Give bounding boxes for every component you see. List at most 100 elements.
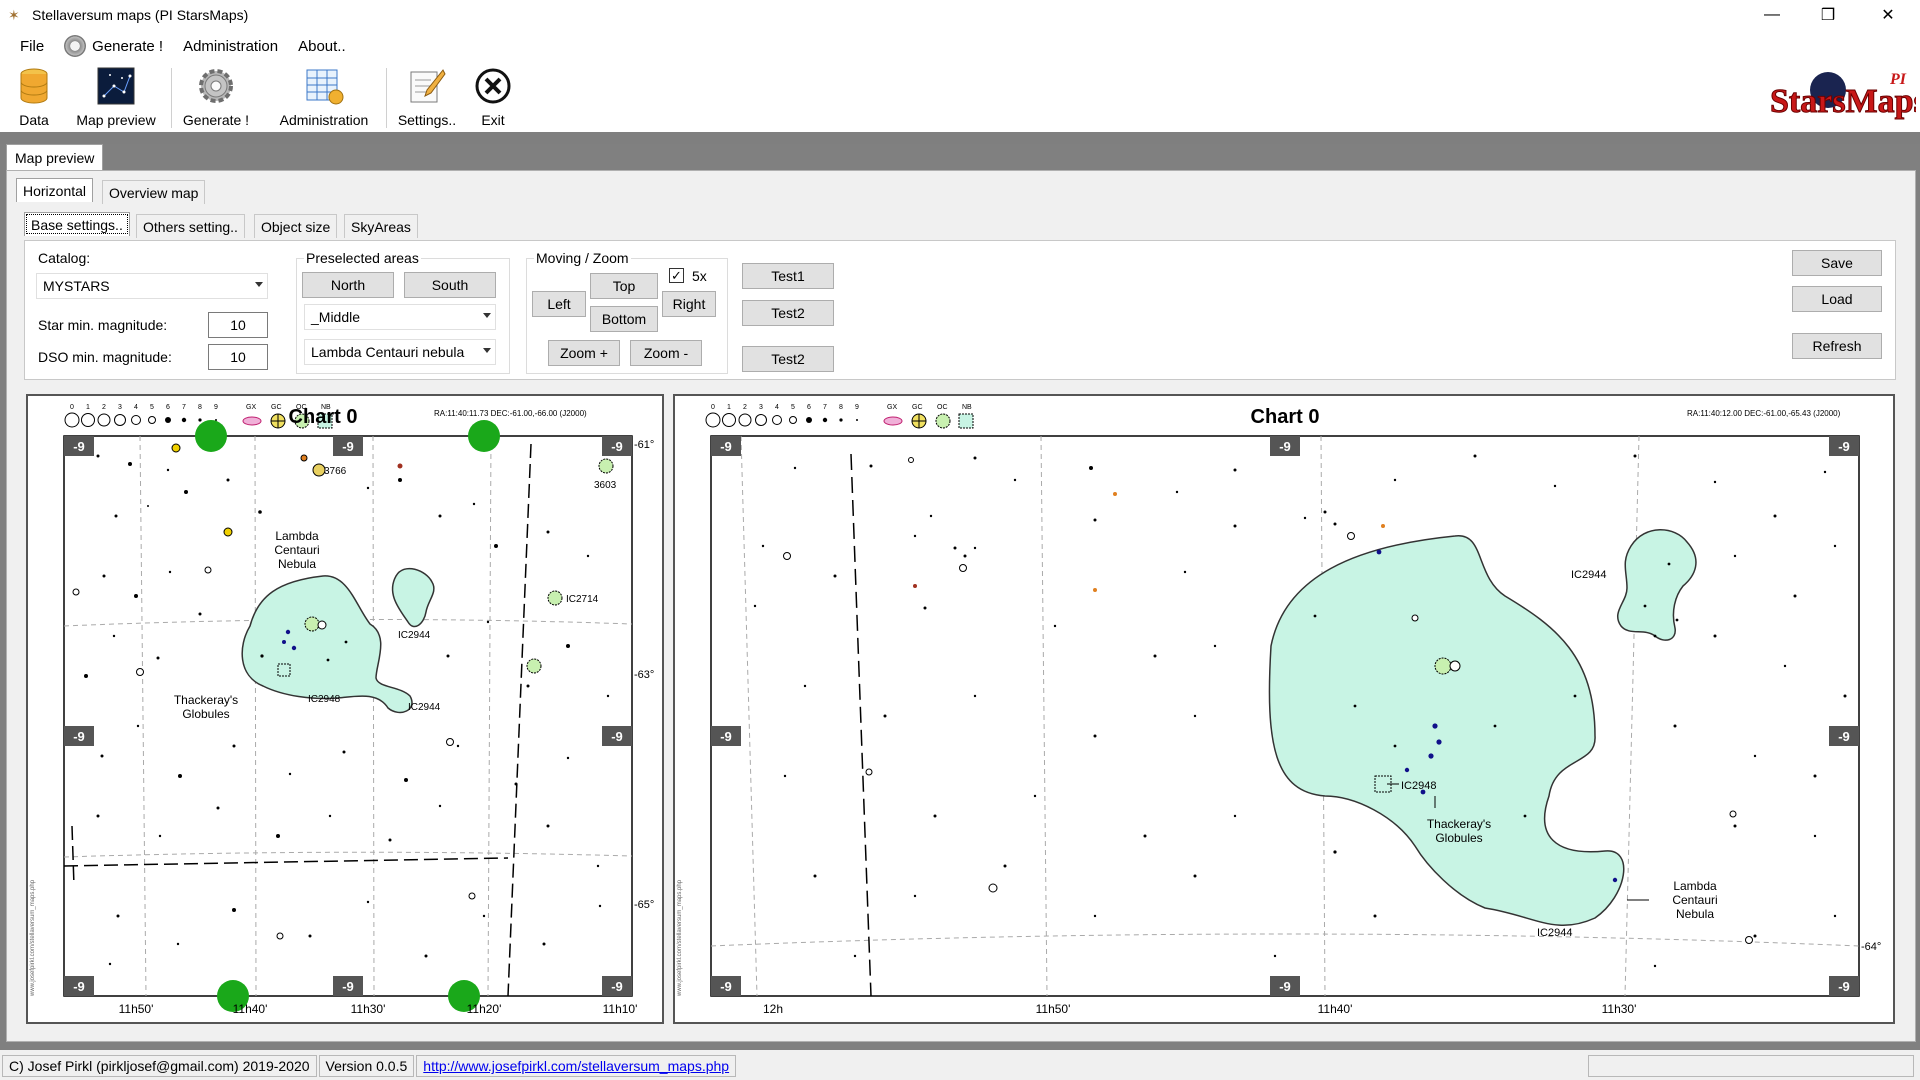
ra-label-4: 11h30' [1602,1002,1637,1016]
legend-mag-2: 2 [102,404,106,411]
globules-label-1: Thackeray's [174,693,238,707]
exit-icon [475,68,511,104]
legend-gc: GC [271,404,282,411]
chart-left-panel[interactable]: 0 1 2 3 4 5 6 7 8 9 GX GC OC NB Chart 0 … [26,394,664,1024]
menu-file[interactable]: File [10,32,54,60]
legend-mag-4: 4 [134,404,138,411]
map-preview-button[interactable]: Map preview [68,64,164,130]
label-ic2948: IC2948 [1401,780,1436,792]
tab-others-setting[interactable]: Others setting.. [136,214,245,238]
save-button[interactable]: Save [1792,250,1882,276]
gear-icon [64,35,87,57]
legend-mag-7: 7 [182,404,186,411]
settings-pencil-icon [410,69,446,103]
data-button[interactable]: Data [8,64,60,130]
menu-about[interactable]: About.. [288,32,356,60]
nebula-label-1: Lambda [275,529,319,543]
exit-button[interactable]: Exit [470,64,516,130]
menu-bar: File Generate ! Administration About.. [0,30,1920,62]
load-button[interactable]: Load [1792,286,1882,312]
generate-label: Generate ! [182,112,250,128]
toolbar-separator [171,68,172,128]
test2-button-second[interactable]: Test2 [742,346,834,372]
tab-object-size[interactable]: Object size [254,214,338,238]
chart-coords: RA:11:40:12.00 DEC:-61.00,-65.43 (J2000) [1687,409,1841,418]
legend-gx: GX [246,404,256,411]
move-left-button[interactable]: Left [532,291,586,317]
zoom-out-button[interactable]: Zoom - [630,340,702,366]
status-bar: C) Josef Pirkl (pirkljosef@gmail.com) 20… [0,1052,1920,1080]
menu-administration[interactable]: Administration [173,32,288,60]
minimize-button[interactable]: — [1744,0,1800,30]
title-bar: ✶ Stellaversum maps (PI StarsMaps) — ❒ ✕ [0,0,1920,30]
legend-mag-0: 0 [711,404,715,411]
area-select[interactable]: _Middle [304,304,496,330]
south-button[interactable]: South [404,272,496,298]
generate-button[interactable]: Generate ! [178,64,254,130]
marker-br: -9 [611,979,623,994]
administration-button[interactable]: Administration [268,64,380,130]
legend-mag-1: 1 [86,404,90,411]
object-value: Lambda Centauri nebula [311,344,465,360]
marker-tc: -9 [1279,439,1291,454]
toolbar: Data Map preview Generate ! Administrati… [0,62,1920,132]
marker-bl: -9 [73,979,85,994]
move-bottom-button[interactable]: Bottom [590,306,658,332]
legend-gc: GC [912,404,923,411]
map-frame [63,435,633,997]
zoom-in-button[interactable]: Zoom + [548,340,620,366]
legend-mag-8: 8 [839,404,843,411]
status-progress [1588,1055,1914,1077]
tab-base-settings[interactable]: Base settings.. [24,212,130,236]
chart-right-panel[interactable]: 0 1 2 3 4 5 6 7 8 9 GX GC OC NB Chart 0 … [673,394,1895,1024]
status-version: Version 0.0.5 [318,1055,415,1077]
object-select[interactable]: Lambda Centauri nebula [304,339,496,365]
open-cluster-marker[interactable] [304,616,320,632]
tab-overview-map[interactable]: Overview map [102,180,206,204]
label-ic2714: IC2714 [566,594,599,605]
menu-generate[interactable]: Generate ! [54,32,173,60]
maximize-button[interactable]: ❒ [1800,0,1856,30]
move-top-button[interactable]: Top [590,273,658,299]
tab-skyareas[interactable]: SkyAreas [344,214,418,238]
marker-tc: -9 [342,439,354,454]
test2-button[interactable]: Test2 [742,300,834,326]
move-right-button[interactable]: Right [662,291,716,317]
refresh-button[interactable]: Refresh [1792,333,1882,359]
status-url-link[interactable]: http://www.josefpirkl.com/stellaversum_m… [416,1055,737,1077]
globules-label-1: Thackeray's [1427,817,1491,831]
legend-mag-9: 9 [214,404,218,411]
chevron-down-icon [255,282,263,287]
five-x-checkbox[interactable]: ✓ [669,268,684,283]
tab-horizontal[interactable]: Horizontal [16,178,94,202]
dec-label-3: -65° [634,899,654,911]
legend-mag-0: 0 [70,404,74,411]
marker-ml: -9 [73,729,85,744]
starsmaps-logo: StarsMaps PI [1770,71,1917,121]
ra-label-3: 11h30' [351,1002,386,1016]
test1-button[interactable]: Test1 [742,263,834,289]
catalog-select[interactable]: MYSTARS [36,273,268,299]
dec-label-1: -61° [634,439,654,451]
star-map-icon [97,67,135,105]
database-icon [20,68,48,104]
ra-label-2: 11h50' [1036,1002,1071,1016]
preselected-label: Preselected areas [304,250,421,266]
chevron-down-icon [483,348,491,353]
settings-button[interactable]: Settings.. [392,64,462,130]
ic2948-marker[interactable] [277,663,291,677]
star-magnitude-input[interactable]: 10 [208,312,268,338]
legend-mag-3: 3 [759,404,763,411]
label-3603: 3603 [594,480,617,491]
north-button[interactable]: North [302,272,394,298]
close-button[interactable]: ✕ [1860,0,1916,30]
ra-label-3: 11h40' [1318,1002,1353,1016]
legend-mag-3: 3 [118,404,122,411]
data-label: Data [19,112,49,128]
tab-map-preview[interactable]: Map preview [6,144,104,170]
marker-ml: -9 [720,729,732,744]
legend-mag-5: 5 [791,404,795,411]
dso-magnitude-input[interactable]: 10 [208,344,268,370]
label-ic2944-upper: IC2944 [398,630,431,641]
open-cluster-marker[interactable] [1434,657,1452,675]
